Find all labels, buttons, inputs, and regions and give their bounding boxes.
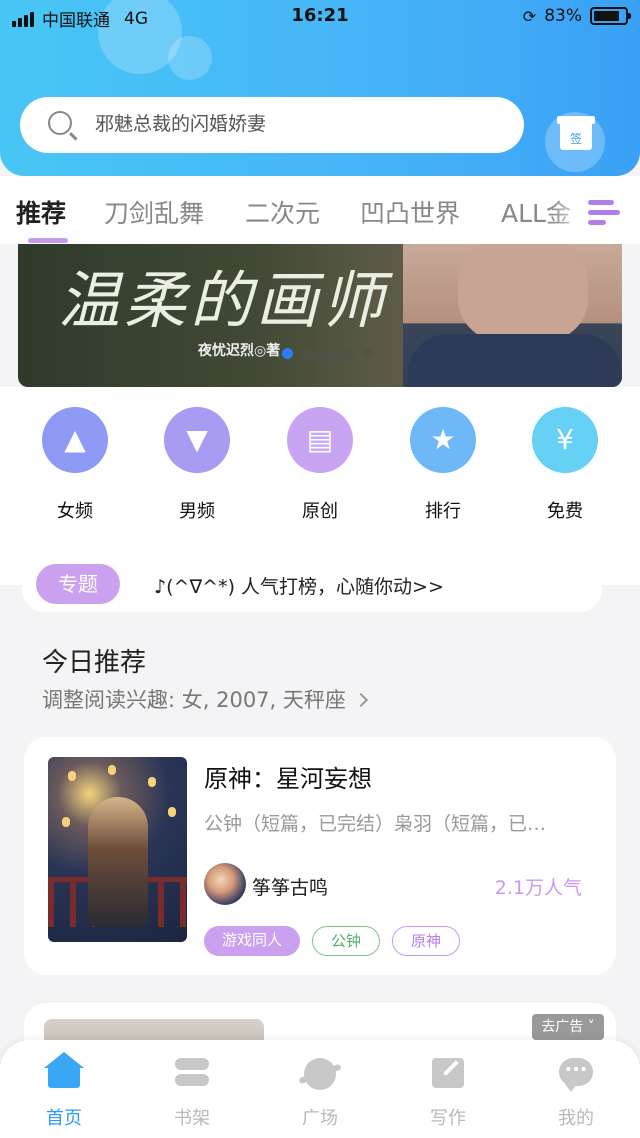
battery-icon	[590, 7, 631, 25]
search-icon	[48, 111, 72, 135]
dress-icon: ▲	[42, 407, 108, 473]
category-original[interactable]: ▤ 原创	[280, 407, 360, 523]
bottom-navigation: 首页 书架 广场 写作 我的	[0, 1040, 640, 1138]
tab-recommend[interactable]: 推荐	[16, 194, 66, 230]
search-bar[interactable]: 邪魅总裁的闪婚娇妻	[20, 97, 524, 153]
reading-interest-text: 调整阅读兴趣: 女, 2007, 天秤座	[42, 688, 346, 712]
category-female[interactable]: ▲ 女频	[35, 407, 115, 523]
tab-aotu-world[interactable]: 凹凸世界	[360, 194, 460, 230]
nav-profile[interactable]: 我的	[536, 1056, 616, 1130]
carousel-dot[interactable]	[302, 348, 313, 359]
banner-portrait-shirt	[408, 334, 622, 387]
pen-icon	[432, 1058, 464, 1088]
nav-label: 首页	[46, 1108, 82, 1129]
carousel-dot[interactable]	[322, 348, 333, 359]
category-label: 免费	[547, 501, 583, 522]
category-label: 男频	[179, 501, 215, 522]
banner-carousel[interactable]: 温柔的画师 夜忧迟烈◎著	[18, 244, 622, 387]
search-input[interactable]: 邪魅总裁的闪婚娇妻	[95, 109, 266, 136]
nav-label: 广场	[302, 1108, 338, 1129]
gift-icon: 签	[557, 116, 595, 150]
tab-menu-icon[interactable]	[584, 198, 620, 228]
book-description: 公钟（短篇，已完结）枭羽（短篇，已…	[204, 813, 547, 835]
checkin-gift-button[interactable]: 签	[545, 112, 605, 172]
tag-game-fanfic[interactable]: 游戏同人	[204, 926, 300, 956]
category-free[interactable]: ¥ 免费	[525, 407, 605, 523]
reading-interest-link[interactable]: 调整阅读兴趣: 女, 2007, 天秤座	[42, 684, 368, 714]
book-card[interactable]: 原神：星河妄想 公钟（短篇，已完结）枭羽（短篇，已… 筝筝古鸣 2.1万人气 游…	[24, 737, 616, 975]
header: 中国联通 4G 16:21 ⟳ 83% 邪魅总裁的闪婚娇妻	[0, 0, 640, 176]
orientation-lock-icon: ⟳	[522, 6, 537, 26]
book-cover	[48, 757, 187, 942]
nav-plaza[interactable]: 广场	[280, 1056, 360, 1130]
book-title: 原神：星河妄想	[204, 765, 372, 793]
tab-anime[interactable]: 二次元	[245, 194, 320, 230]
banner-author: 夜忧迟烈◎著	[198, 343, 281, 359]
status-bar: 中国联通 4G 16:21 ⟳ 83%	[0, 0, 640, 34]
carousel-dot[interactable]	[282, 348, 293, 359]
category-label: 女频	[57, 501, 93, 522]
battery-percent: 83%	[544, 6, 582, 26]
nav-label: 写作	[430, 1108, 466, 1129]
trophy-icon: ★	[410, 407, 476, 473]
home-icon	[44, 1052, 84, 1088]
category-tabs: 推荐 刀剑乱舞 二次元 凹凸世界 ALL金	[0, 176, 640, 244]
category-male[interactable]: ▼ 男频	[157, 407, 237, 523]
banner-title: 温柔的画师	[58, 264, 389, 337]
topic-badge: 专题	[36, 564, 120, 604]
chat-icon	[559, 1058, 593, 1092]
nav-label: 书架	[174, 1108, 210, 1129]
remove-ad-button[interactable]: 去广告 ˅	[532, 1014, 604, 1040]
book-icon: ▤	[287, 407, 353, 473]
carousel-dot[interactable]	[342, 348, 353, 359]
nav-bookshelf[interactable]: 书架	[152, 1056, 232, 1130]
topic-banner[interactable]: 专题 ♪(^∇^*) 人气打榜，心随你动>>	[22, 556, 602, 612]
section-title: 今日推荐	[42, 648, 147, 678]
decor-bubble-small	[168, 36, 212, 80]
category-label: 排行	[425, 501, 461, 522]
tag-genshin[interactable]: 原神	[392, 926, 460, 956]
topic-text: ♪(^∇^*) 人气打榜，心随你动>>	[154, 576, 444, 598]
chevron-right-icon	[353, 692, 368, 708]
category-ranking[interactable]: ★ 排行	[403, 407, 483, 523]
nav-label: 我的	[558, 1108, 594, 1129]
popularity-count: 2.1万人气	[494, 877, 582, 899]
tag-gongzhong[interactable]: 公钟	[312, 926, 380, 956]
carousel-dot[interactable]	[362, 348, 373, 359]
shirt-icon: ▼	[164, 407, 230, 473]
nav-write[interactable]: 写作	[408, 1056, 488, 1130]
planet-icon	[304, 1058, 336, 1090]
category-label: 原创	[302, 501, 338, 522]
active-tab-indicator	[28, 238, 68, 243]
nav-home[interactable]: 首页	[24, 1052, 104, 1130]
bookshelf-icon	[172, 1056, 212, 1090]
tab-touken-ranbu[interactable]: 刀剑乱舞	[104, 194, 204, 230]
carousel-dots	[282, 348, 373, 359]
author-name: 筝筝古鸣	[252, 877, 329, 899]
coin-icon: ¥	[532, 407, 598, 473]
avatar	[204, 863, 246, 905]
banner-portrait	[458, 244, 588, 344]
